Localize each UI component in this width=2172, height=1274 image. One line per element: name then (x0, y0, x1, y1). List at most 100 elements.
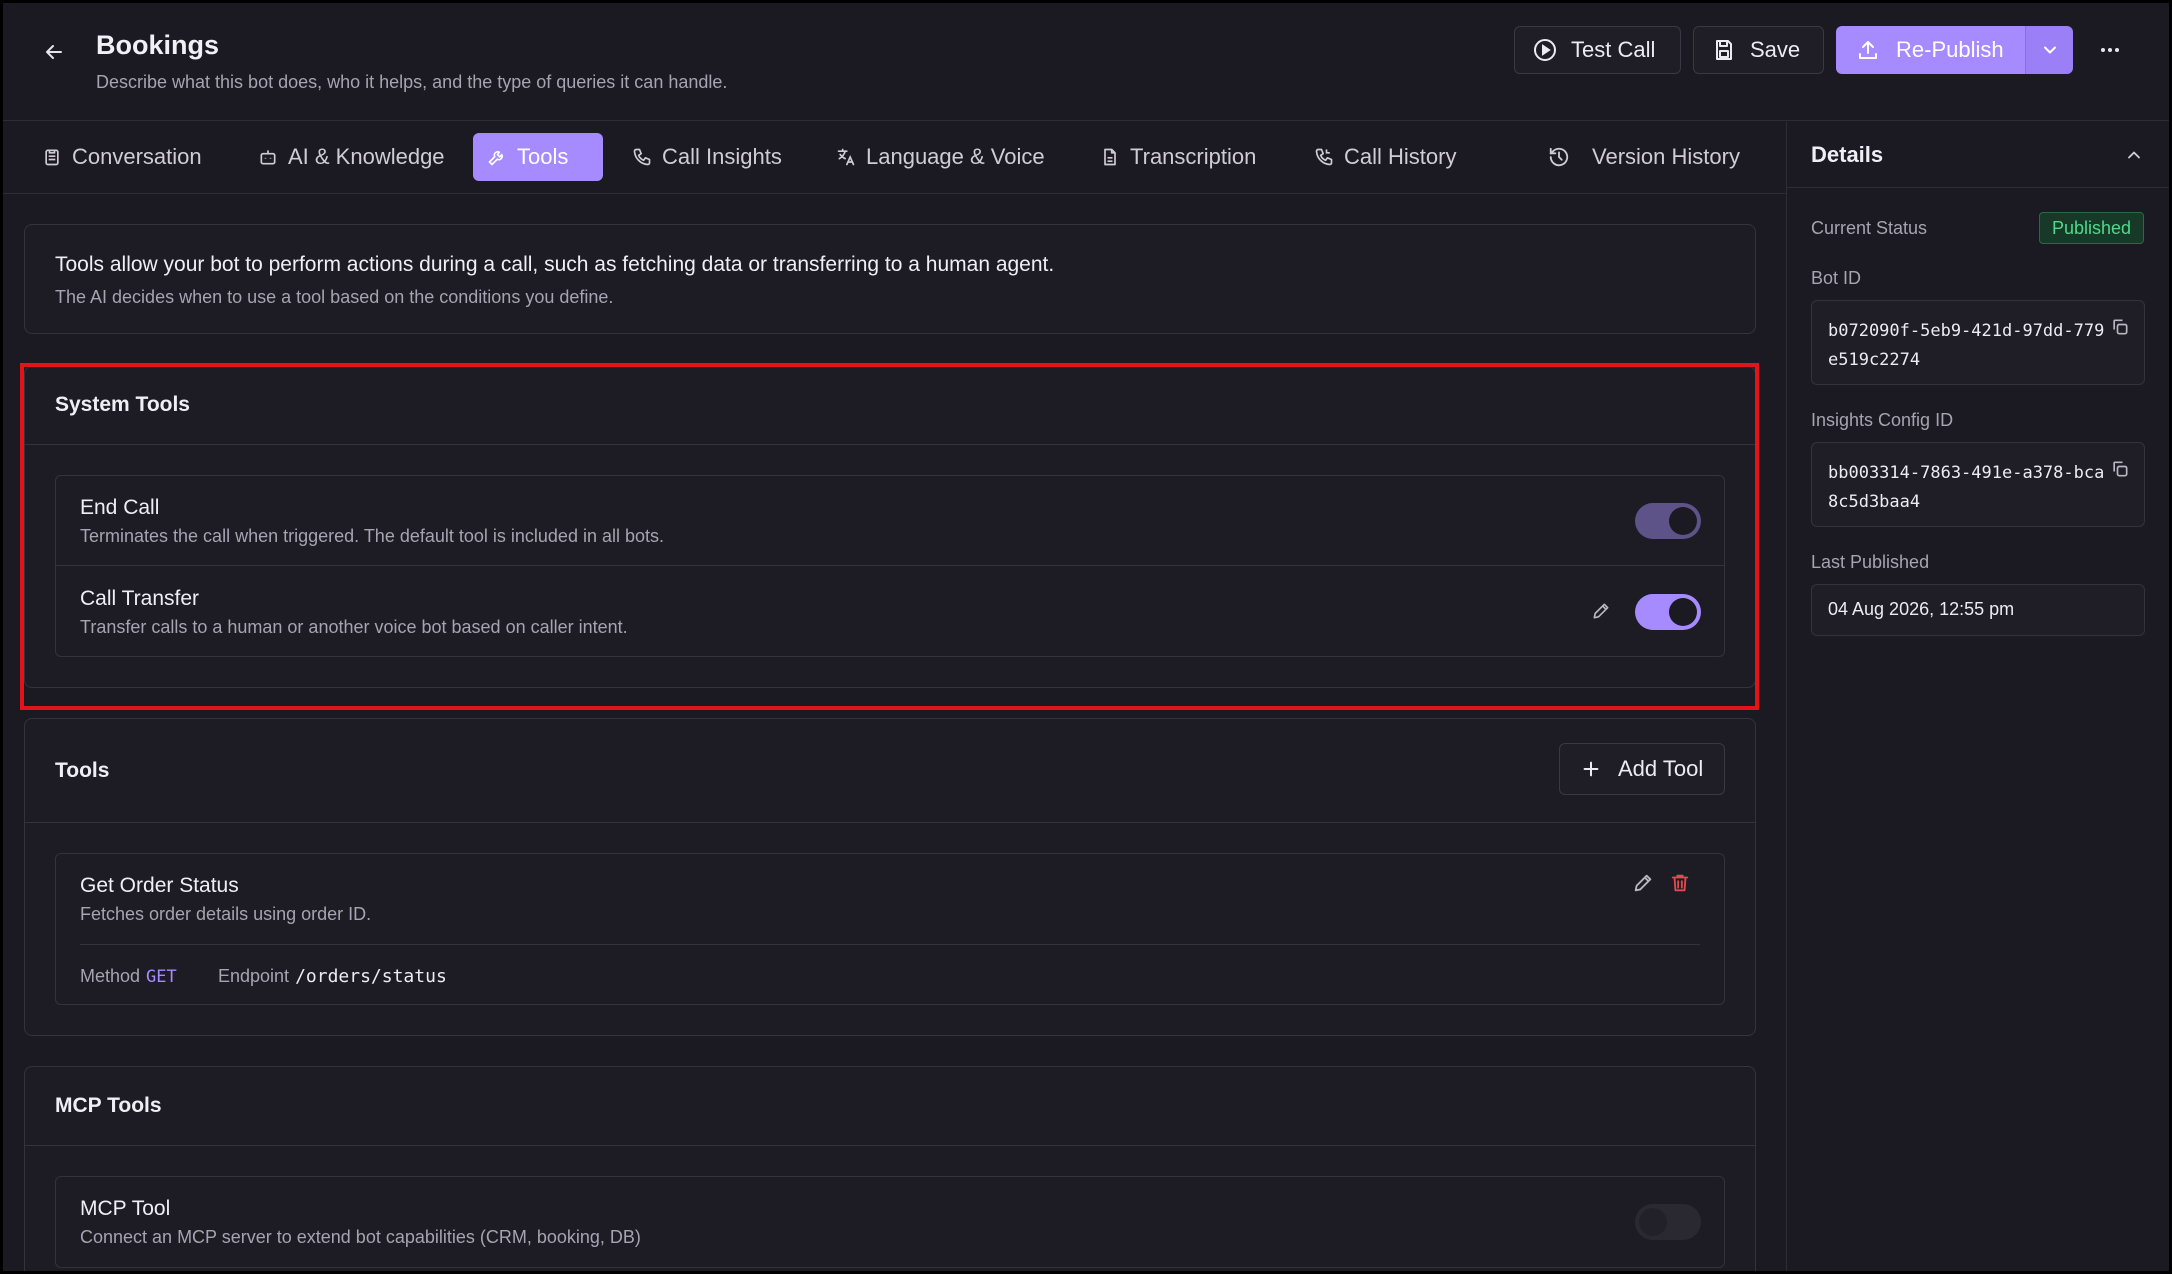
system-tools-section: System Tools End Call Terminates the cal… (24, 366, 1756, 688)
divider (80, 944, 1700, 945)
chevron-up-icon (2128, 151, 2140, 159)
tab-call-history[interactable]: Call History (1300, 133, 1470, 181)
tab-label: Language & Voice (866, 144, 1045, 169)
section-title: MCP Tools (55, 1094, 162, 1117)
insights-config-label: Insights Config ID (1811, 410, 1954, 430)
copy-icon (2113, 461, 2128, 477)
republish-button-group: Re-Publish (1836, 26, 2073, 74)
bot-id-label: Bot ID (1811, 268, 1862, 288)
divider (25, 822, 1755, 823)
save-label: Save (1750, 37, 1801, 62)
details-header: Details (1787, 122, 2172, 188)
page-subtitle: Describe what this bot does, who it help… (96, 72, 728, 92)
tab-label: Version History (1592, 144, 1740, 169)
upload-icon (1859, 41, 1877, 59)
history-icon (1549, 147, 1569, 167)
collapse-details-button[interactable] (2119, 140, 2149, 170)
endpoint-value: /orders/status (295, 966, 447, 987)
section-title: Tools (55, 759, 110, 782)
tab-label: Call History (1344, 144, 1457, 169)
edit-call-transfer-button[interactable] (1586, 596, 1616, 626)
page-header: Bookings Describe what this bot does, wh… (0, 0, 2172, 121)
tool-card-get-order-status: Get Order Status Fetches order details u… (55, 853, 1725, 1005)
status-badge: Published (2038, 212, 2144, 244)
tool-description: Transfer calls to a human or another voi… (80, 617, 628, 637)
copy-bot-id-button[interactable] (2108, 315, 2132, 339)
arrow-left-icon (46, 45, 62, 59)
mcp-tool-toggle[interactable] (1635, 1204, 1701, 1240)
last-published-label: Last Published (1811, 552, 1930, 572)
wrench-icon (488, 151, 503, 166)
test-call-button[interactable]: Test Call (1514, 26, 1681, 74)
more-horizontal-icon (2101, 48, 2119, 52)
tool-method: Method GET (80, 966, 177, 987)
insights-config-value: bb003314-7863-491e-a378-bca8c5d3baa4 (1828, 463, 2105, 512)
mcp-tools-section: MCP Tools MCP Tool Connect an MCP server… (24, 1066, 1756, 1274)
pencil-icon (1634, 874, 1652, 892)
bot-id-value: b072090f-5eb9-421d-97dd-779e519c2274 (1828, 321, 2105, 370)
tab-label: Tools (517, 144, 569, 169)
save-button[interactable]: Save (1693, 26, 1824, 74)
bot-id-field: b072090f-5eb9-421d-97dd-779e519c2274 (1811, 300, 2145, 385)
end-call-toggle[interactable] (1635, 503, 1701, 539)
info-subtitle: The AI decides when to use a tool based … (55, 287, 614, 307)
last-published-value: 04 Aug 2026, 12:55 pm (1828, 599, 2015, 619)
more-options-button[interactable] (2092, 32, 2128, 68)
pencil-icon (1593, 603, 1609, 619)
list-item-mcp-tool: MCP Tool Connect an MCP server to extend… (55, 1176, 1725, 1268)
tab-conversation[interactable]: Conversation (28, 133, 216, 181)
tab-label: AI & Knowledge (288, 144, 445, 169)
call-transfer-toggle[interactable] (1635, 594, 1701, 630)
copy-insights-id-button[interactable] (2108, 457, 2132, 481)
tool-description: Fetches order details using order ID. (80, 904, 372, 924)
tab-ai-knowledge[interactable]: AI & Knowledge (244, 133, 459, 181)
tools-section: Tools Add Tool Get Order Status Fetches … (24, 718, 1756, 1036)
tool-description: Terminates the call when triggered. The … (80, 526, 664, 546)
tool-endpoint: Endpoint/orders/status (218, 966, 447, 987)
tool-name: Call Transfer (80, 587, 200, 610)
tab-tools[interactable]: Tools (473, 133, 603, 181)
play-circle-icon (1534, 39, 1556, 61)
last-published-field: 04 Aug 2026, 12:55 pm (1811, 584, 2145, 636)
tab-language-voice[interactable]: Language & Voice (822, 133, 1059, 181)
republish-button[interactable]: Re-Publish (1836, 26, 2025, 74)
endpoint-label: Endpoint (218, 966, 290, 986)
tab-label: Conversation (72, 144, 202, 169)
copy-icon (2113, 319, 2128, 335)
tool-description: Connect an MCP server to extend bot capa… (80, 1227, 641, 1247)
republish-dropdown-button[interactable] (2025, 26, 2073, 74)
test-call-label: Test Call (1571, 37, 1656, 62)
tab-version-history[interactable]: Version History (1534, 133, 1754, 181)
current-status-label: Current Status (1811, 218, 1928, 238)
clipboard-icon (45, 149, 59, 166)
save-icon (1716, 40, 1732, 60)
tab-call-insights[interactable]: Call Insights (618, 133, 796, 181)
translate-icon (837, 148, 855, 166)
plus-icon (1583, 761, 1599, 777)
back-button[interactable] (38, 36, 70, 68)
divider (25, 1145, 1755, 1146)
edit-tool-button[interactable] (1628, 868, 1658, 898)
tab-label: Call Insights (662, 144, 782, 169)
trash-icon (1671, 874, 1689, 892)
divider (25, 444, 1755, 445)
section-title: System Tools (55, 393, 190, 416)
system-tools-list: End Call Terminates the call when trigge… (55, 475, 1725, 657)
page-title: Bookings (96, 30, 220, 60)
republish-label: Re-Publish (1896, 37, 2004, 62)
method-label: Method (80, 966, 141, 986)
delete-tool-button[interactable] (1665, 868, 1695, 898)
info-title: Tools allow your bot to perform actions … (55, 253, 1055, 276)
add-tool-button[interactable]: Add Tool (1559, 743, 1725, 795)
tab-transcription[interactable]: Transcription (1086, 133, 1270, 181)
tool-name: End Call (80, 496, 160, 519)
list-item-end-call: End Call Terminates the call when trigge… (56, 476, 1724, 566)
tools-info-card: Tools allow your bot to perform actions … (24, 224, 1756, 334)
details-title: Details (1811, 142, 1884, 167)
tool-name: Get Order Status (80, 874, 239, 897)
insights-config-field: bb003314-7863-491e-a378-bca8c5d3baa4 (1811, 442, 2145, 527)
chevron-down-icon (2043, 46, 2056, 54)
phone-history-icon (1315, 148, 1333, 166)
phone-icon (633, 148, 651, 166)
robot-icon (260, 150, 276, 165)
